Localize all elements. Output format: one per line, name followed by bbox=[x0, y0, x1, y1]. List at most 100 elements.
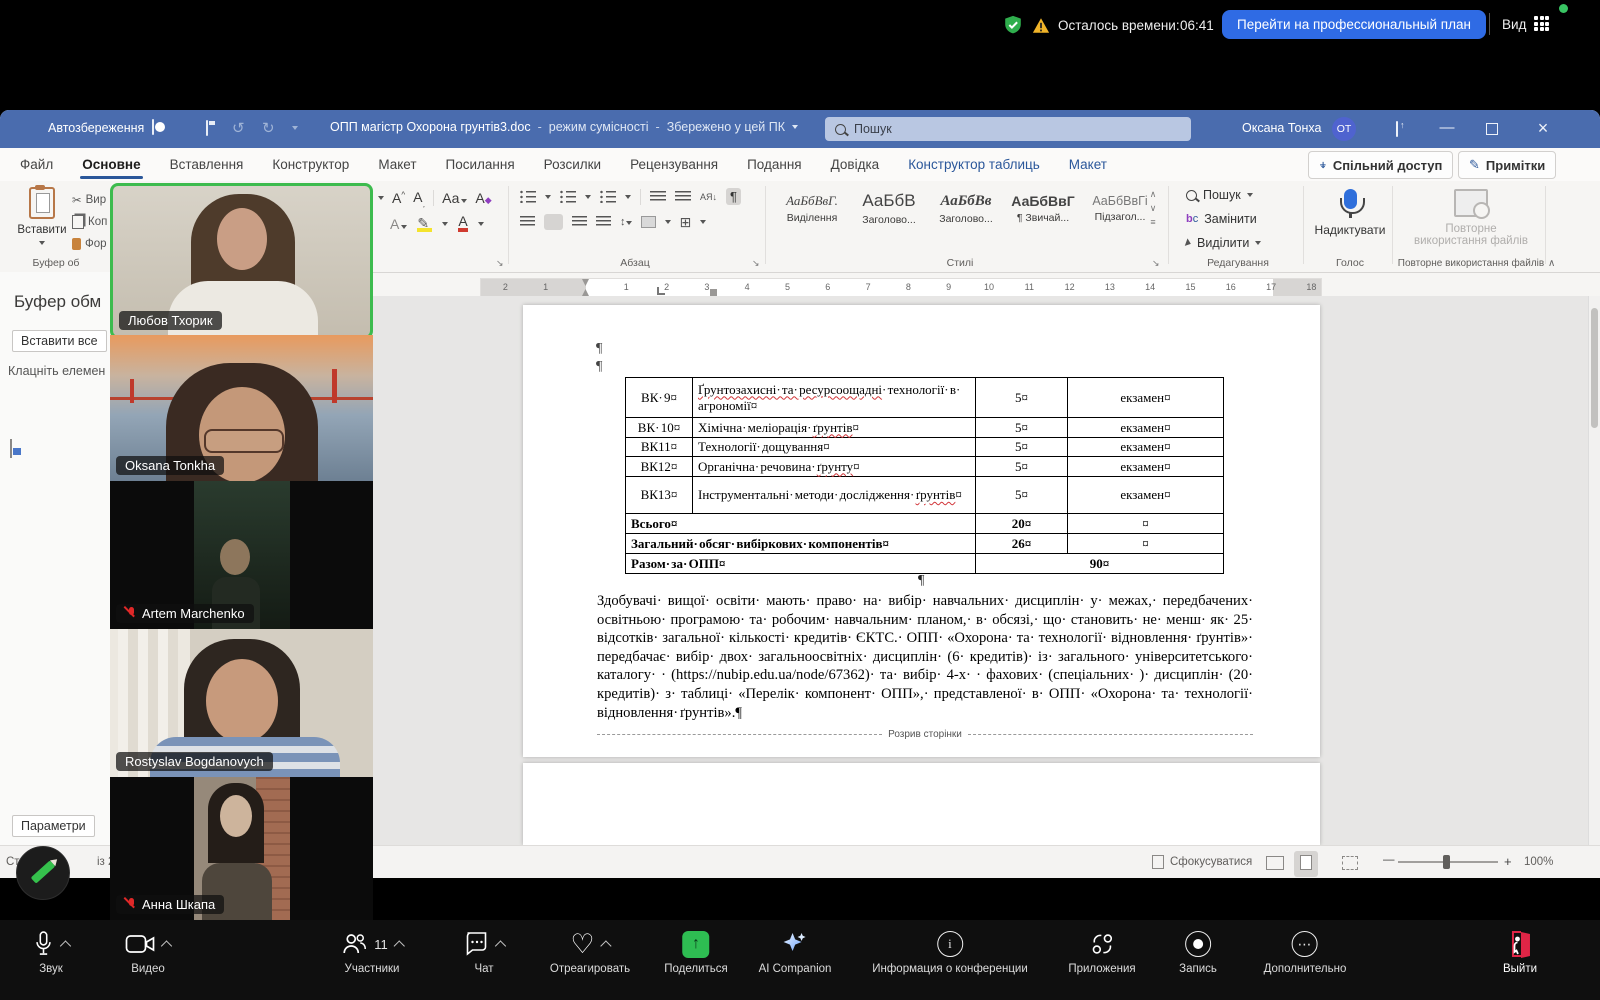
highlight-button[interactable]: ✎ bbox=[417, 215, 432, 232]
tab-references[interactable]: Посилання bbox=[442, 148, 519, 181]
font-dialog-launcher[interactable]: ↘ bbox=[496, 258, 504, 269]
styles-scroll[interactable]: ∧∨≡ bbox=[1146, 187, 1160, 229]
sort-icon[interactable]: АЯ↓ bbox=[700, 192, 717, 202]
audio-button[interactable]: Звук bbox=[33, 928, 70, 975]
tab-design[interactable]: Конструктор bbox=[268, 148, 353, 181]
autosave-toggle[interactable] bbox=[152, 119, 154, 135]
zoom-slider-thumb[interactable] bbox=[1443, 855, 1450, 869]
minimize-button[interactable]: — bbox=[1432, 119, 1462, 136]
clear-format-button[interactable]: А◆ bbox=[475, 190, 491, 206]
doc-scrollbar-thumb[interactable] bbox=[1591, 308, 1598, 428]
doc-scrollbar[interactable] bbox=[1588, 296, 1600, 845]
record-button[interactable]: Запись bbox=[1179, 928, 1217, 975]
reuse-files-button[interactable]: Повторневикористання файлів bbox=[1400, 189, 1542, 247]
redo-icon[interactable]: ↻ bbox=[262, 119, 275, 137]
shrink-font-button[interactable]: А˯ bbox=[413, 189, 425, 208]
document-page-next[interactable] bbox=[523, 763, 1320, 845]
more-button[interactable]: ⋯ Дополнительно bbox=[1264, 928, 1347, 975]
tab-insert[interactable]: Вставлення bbox=[166, 148, 248, 181]
zoom-in-button[interactable]: + bbox=[1504, 854, 1512, 869]
comments-button[interactable]: ✎ Примітки bbox=[1458, 151, 1556, 179]
annotate-button[interactable] bbox=[16, 846, 70, 900]
video-button[interactable]: Видео bbox=[126, 928, 171, 975]
decrease-indent-icon[interactable] bbox=[650, 191, 666, 203]
format-painter-button[interactable]: Фор bbox=[72, 233, 107, 254]
tab-table-layout[interactable]: Макет bbox=[1065, 148, 1111, 181]
video-options-chevron[interactable] bbox=[161, 940, 172, 951]
share-screen-button[interactable]: ↑ Поделиться bbox=[664, 928, 728, 975]
tab-view[interactable]: Подання bbox=[743, 148, 806, 181]
video-tile[interactable]: Любов Тхорик bbox=[110, 183, 373, 339]
upgrade-plan-button[interactable]: Перейти на профессиональный план bbox=[1222, 10, 1486, 39]
replace-button[interactable]: bcЗамінити bbox=[1186, 212, 1257, 226]
tab-file[interactable]: Файл bbox=[16, 148, 57, 181]
ai-companion-button[interactable]: AI Companion bbox=[759, 928, 832, 975]
styles-dialog-launcher[interactable]: ↘ bbox=[1152, 258, 1160, 269]
font-color-button[interactable]: А bbox=[458, 215, 467, 232]
tab-table-design[interactable]: Конструктор таблиць bbox=[904, 148, 1044, 181]
ruler[interactable]: 12345678910111213141516171821 bbox=[480, 278, 1322, 297]
focus-button[interactable]: Сфокусуватися bbox=[1152, 855, 1252, 869]
save-icon[interactable] bbox=[206, 120, 208, 136]
participants-chevron[interactable] bbox=[393, 940, 404, 951]
style-card[interactable]: АаБбВ Заголово... bbox=[852, 187, 926, 226]
ribbon-options-icon[interactable] bbox=[1396, 121, 1398, 137]
doc-title-group[interactable]: ОПП магістр Охорона грунтів3.doc - режим… bbox=[330, 120, 798, 134]
view-grid-icon[interactable] bbox=[1534, 16, 1549, 31]
zoom-level[interactable]: 100% bbox=[1524, 856, 1553, 868]
react-button[interactable]: ♡ Отреагировать bbox=[550, 928, 630, 975]
video-tile[interactable]: Rostyslav Bogdanovych bbox=[110, 629, 373, 777]
dictate-button[interactable]: Надиктувати bbox=[1312, 189, 1388, 237]
change-case-button[interactable]: Аа bbox=[442, 190, 467, 206]
tab-layout[interactable]: Макет bbox=[374, 148, 420, 181]
tab-mailings[interactable]: Розсилки bbox=[540, 148, 605, 181]
find-button[interactable]: Пошук bbox=[1186, 188, 1253, 202]
align-center-icon[interactable] bbox=[544, 214, 563, 230]
components-table[interactable]: ВК· 9¤ Ґрунтозахисні· та· ресурсоощадні·… bbox=[625, 377, 1224, 574]
select-button[interactable]: Виділити bbox=[1186, 236, 1261, 250]
clipboard-item-icon[interactable] bbox=[10, 439, 12, 458]
audio-options-chevron[interactable] bbox=[60, 940, 71, 951]
tab-home[interactable]: Основне bbox=[78, 148, 144, 181]
share-button[interactable]: ⍖ Спільний доступ bbox=[1308, 151, 1453, 179]
collapse-ribbon-icon[interactable]: ∧ bbox=[1548, 258, 1555, 269]
tab-stop-marker[interactable] bbox=[657, 287, 665, 295]
show-marks-button[interactable]: ¶ bbox=[726, 188, 741, 205]
indent-marker[interactable] bbox=[710, 289, 717, 296]
close-button[interactable]: × bbox=[1528, 118, 1558, 139]
undo-icon[interactable]: ↺ bbox=[232, 119, 245, 137]
line-spacing-icon[interactable]: ↕ bbox=[620, 216, 632, 228]
style-card[interactable]: АаБбВвГ ¶ Звичай... bbox=[1006, 189, 1080, 224]
borders-icon[interactable]: ⊞ bbox=[680, 216, 692, 228]
chat-button[interactable]: Чат bbox=[464, 928, 505, 975]
shading-icon[interactable] bbox=[641, 216, 656, 228]
copy-button[interactable]: Коп bbox=[72, 211, 107, 232]
cut-button[interactable]: ✂Вир bbox=[72, 189, 106, 210]
print-layout-icon[interactable] bbox=[1294, 851, 1318, 877]
react-chevron[interactable] bbox=[600, 940, 611, 951]
zoom-out-button[interactable]: — bbox=[1383, 854, 1395, 866]
view-menu-label[interactable]: Вид bbox=[1502, 17, 1526, 32]
tab-help[interactable]: Довідка bbox=[827, 148, 884, 181]
chat-chevron[interactable] bbox=[495, 940, 506, 951]
video-tile[interactable]: Анна Шкапа bbox=[110, 777, 373, 920]
search-box[interactable]: Пошук bbox=[825, 117, 1191, 141]
numbering-icon[interactable] bbox=[560, 190, 576, 203]
text-effects-button[interactable]: А bbox=[390, 216, 407, 232]
document-page[interactable]: ¶ ¶ ВК· 9¤ Ґрунтозахисні· та· ресурсооща… bbox=[523, 305, 1320, 757]
paragraph-dialog-launcher[interactable]: ↘ bbox=[752, 258, 760, 269]
video-tile[interactable]: Artem Marchenko bbox=[110, 481, 373, 629]
paste-all-button[interactable]: Вставити все bbox=[12, 330, 107, 352]
web-layout-icon[interactable] bbox=[1342, 856, 1358, 870]
maximize-button[interactable] bbox=[1486, 123, 1498, 138]
grow-font-button[interactable]: А^ bbox=[392, 190, 405, 206]
tab-review[interactable]: Рецензування bbox=[626, 148, 722, 181]
justify-icon[interactable] bbox=[596, 216, 611, 228]
align-left-icon[interactable] bbox=[520, 216, 535, 228]
meeting-info-button[interactable]: i Информация о конференции bbox=[872, 928, 1028, 975]
video-tile[interactable]: Oksana Tonkha bbox=[110, 335, 373, 481]
align-right-icon[interactable] bbox=[572, 216, 587, 228]
qat-customize-icon[interactable] bbox=[292, 126, 298, 130]
paste-button[interactable]: Вставити bbox=[14, 187, 70, 248]
participants-button[interactable]: 11 Участники bbox=[341, 928, 403, 975]
